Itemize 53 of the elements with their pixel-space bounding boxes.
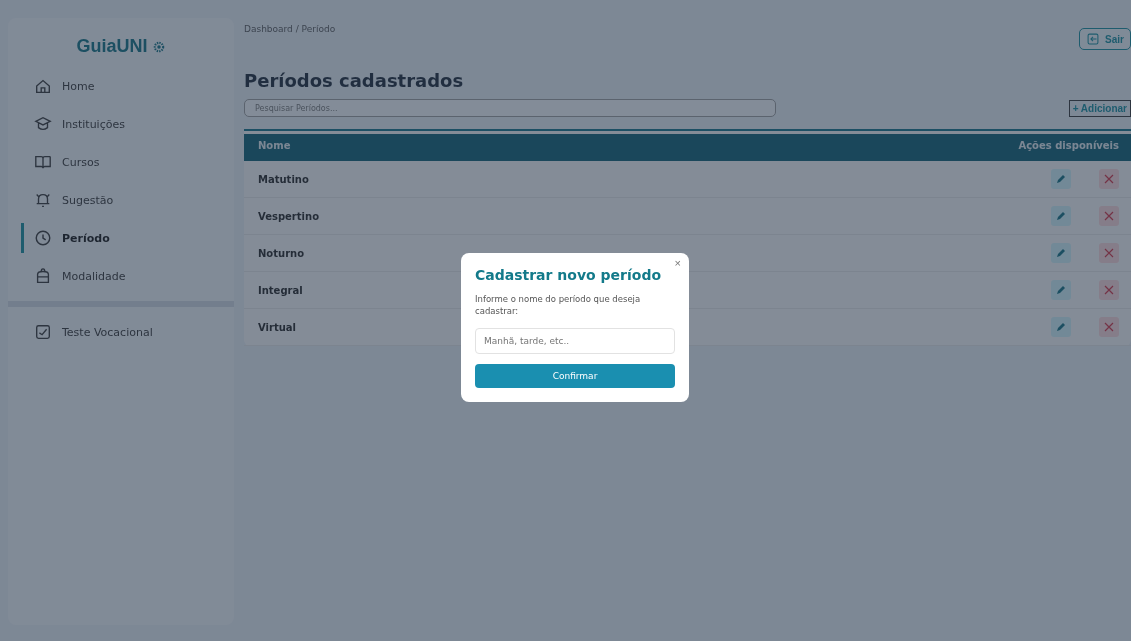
edit-button[interactable] (1051, 243, 1071, 263)
close-button[interactable]: × (674, 257, 681, 269)
sidebar-item[interactable]: Modalidade (8, 257, 234, 295)
modal-title: Cadastrar novo período (475, 267, 663, 283)
bag-icon (34, 267, 52, 285)
bell-icon (34, 191, 52, 209)
page-title: Períodos cadastrados (244, 70, 465, 91)
table-cell: Integral (258, 284, 303, 296)
check-icon (34, 323, 52, 341)
delete-button[interactable] (1099, 206, 1119, 226)
school-icon (34, 115, 52, 133)
gear-icon (151, 39, 166, 54)
edit-button[interactable] (1051, 280, 1071, 300)
sidebar-item[interactable]: Sugestão (8, 181, 234, 219)
add-button[interactable]: + Adicionar (1068, 99, 1131, 117)
sidebar-item[interactable]: Teste Vocacional (8, 313, 234, 351)
delete-button[interactable] (1099, 317, 1119, 337)
pencil-icon (1055, 210, 1067, 222)
logout-button[interactable]: Sair (1079, 28, 1131, 50)
logout-icon (1086, 32, 1101, 46)
edit-button[interactable] (1051, 317, 1071, 337)
column-header: Nome (258, 140, 291, 151)
pencil-icon (1055, 284, 1067, 296)
delete-button[interactable] (1099, 169, 1119, 189)
edit-button[interactable] (1051, 169, 1071, 189)
table-cell: Matutino (258, 173, 309, 185)
table-cell: Noturno (258, 247, 305, 259)
pencil-icon (1055, 173, 1067, 185)
close-icon (1103, 173, 1115, 185)
period-name-field[interactable]: Manhã, tarde, etc.. (475, 327, 675, 354)
close-icon (1103, 284, 1115, 296)
table-cell: Vespertino (258, 210, 319, 222)
table-cell: Virtual (258, 321, 296, 333)
column-header: Ações disponíveis (1018, 140, 1119, 151)
breadcrumb: Dashboard / Período (244, 24, 336, 34)
close-icon (1103, 321, 1115, 333)
close-icon (1103, 247, 1115, 259)
edit-button[interactable] (1051, 206, 1071, 226)
sidebar-item[interactable]: Instituições (8, 105, 234, 143)
close-icon (1103, 210, 1115, 222)
home-icon (34, 77, 52, 95)
modal-message: Informe o nome do período que deseja cadastrar: (475, 293, 642, 318)
book-icon (34, 153, 52, 171)
pencil-icon (1055, 321, 1067, 333)
sidebar-item[interactable]: Cursos (8, 143, 234, 181)
sidebar-item[interactable]: Período (21, 223, 234, 253)
confirm-button[interactable]: Confirmar (475, 363, 675, 388)
sidebar-item[interactable]: Home (8, 67, 234, 105)
clock-icon (34, 229, 52, 247)
delete-button[interactable] (1099, 243, 1119, 263)
delete-button[interactable] (1099, 280, 1119, 300)
logo: GuiaUNI (76, 36, 166, 57)
pencil-icon (1055, 247, 1067, 259)
